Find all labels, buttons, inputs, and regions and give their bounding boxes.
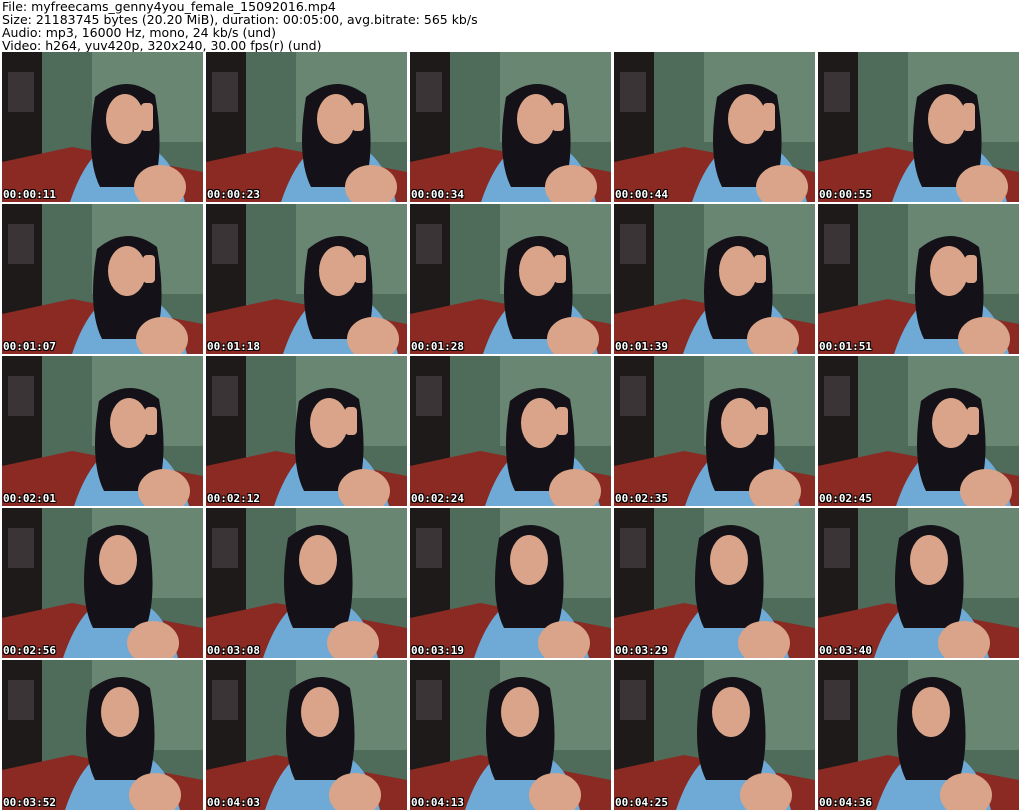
thumbnail-timestamp: 00:03:08: [207, 644, 260, 657]
video-frame-image: [206, 508, 407, 658]
video-thumbnail[interactable]: 00:01:07: [2, 204, 203, 354]
video-frame-image: [410, 356, 611, 506]
video-thumbnail[interactable]: 00:04:03: [206, 660, 407, 810]
video-thumbnail[interactable]: 00:04:25: [614, 660, 815, 810]
thumbnail-timestamp: 00:02:45: [819, 492, 872, 505]
video-thumbnail[interactable]: 00:02:24: [410, 356, 611, 506]
video-thumbnail[interactable]: 00:04:13: [410, 660, 611, 810]
video-thumbnail[interactable]: 00:00:11: [2, 52, 203, 202]
video-frame-image: [614, 52, 815, 202]
video-thumbnail[interactable]: 00:00:44: [614, 52, 815, 202]
thumbnail-timestamp: 00:02:24: [411, 492, 464, 505]
thumbnail-timestamp: 00:04:03: [207, 796, 260, 809]
thumbnail-grid: 00:00:11 00:00:23 00:00:34 00:00:44 00:00:55…: [2, 52, 1022, 811]
video-frame-image: [410, 660, 611, 810]
thumbnail-timestamp: 00:00:23: [207, 188, 260, 201]
thumbnail-timestamp: 00:03:29: [615, 644, 668, 657]
thumbnail-timestamp: 00:01:28: [411, 340, 464, 353]
thumbnail-timestamp: 00:02:56: [3, 644, 56, 657]
video-frame-image: [2, 52, 203, 202]
video-thumbnail[interactable]: 00:02:01: [2, 356, 203, 506]
video-thumbnail[interactable]: 00:02:35: [614, 356, 815, 506]
thumbnail-timestamp: 00:00:44: [615, 188, 668, 201]
video-info-line: Video: h264, yuv420p, 320x240, 30.00 fps…: [2, 38, 322, 53]
video-frame-image: [818, 508, 1019, 658]
video-frame-image: [818, 204, 1019, 354]
video-frame-image: [206, 52, 407, 202]
video-frame-image: [410, 204, 611, 354]
thumbnail-timestamp: 00:00:11: [3, 188, 56, 201]
video-thumbnail[interactable]: 00:03:52: [2, 660, 203, 810]
video-thumbnail[interactable]: 00:03:29: [614, 508, 815, 658]
video-frame-image: [818, 660, 1019, 810]
video-frame-image: [614, 508, 815, 658]
video-frame-image: [410, 52, 611, 202]
file-info-header: File: myfreecams_genny4you_female_150920…: [2, 0, 1022, 52]
thumbnail-timestamp: 00:02:12: [207, 492, 260, 505]
video-frame-image: [2, 356, 203, 506]
thumbnail-timestamp: 00:01:07: [3, 340, 56, 353]
thumbnail-timestamp: 00:02:01: [3, 492, 56, 505]
thumbnail-timestamp: 00:01:51: [819, 340, 872, 353]
video-frame-image: [410, 508, 611, 658]
video-frame-image: [818, 356, 1019, 506]
thumbnail-timestamp: 00:02:35: [615, 492, 668, 505]
video-frame-image: [614, 660, 815, 810]
thumbnail-timestamp: 00:03:19: [411, 644, 464, 657]
video-thumbnail[interactable]: 00:01:51: [818, 204, 1019, 354]
video-thumbnail[interactable]: 00:01:39: [614, 204, 815, 354]
video-thumbnail[interactable]: 00:02:45: [818, 356, 1019, 506]
thumbnail-timestamp: 00:01:39: [615, 340, 668, 353]
thumbnail-timestamp: 00:04:13: [411, 796, 464, 809]
video-frame-image: [206, 204, 407, 354]
video-thumbnail[interactable]: 00:04:36: [818, 660, 1019, 810]
video-thumbnail[interactable]: 00:00:23: [206, 52, 407, 202]
thumbnail-timestamp: 00:00:55: [819, 188, 872, 201]
video-thumbnail[interactable]: 00:03:19: [410, 508, 611, 658]
video-frame-image: [206, 660, 407, 810]
thumbnail-timestamp: 00:04:25: [615, 796, 668, 809]
thumbnail-timestamp: 00:01:18: [207, 340, 260, 353]
video-thumbnail[interactable]: 00:01:18: [206, 204, 407, 354]
video-frame-image: [2, 508, 203, 658]
thumbnail-timestamp: 00:04:36: [819, 796, 872, 809]
video-frame-image: [614, 356, 815, 506]
thumbnail-timestamp: 00:00:34: [411, 188, 464, 201]
video-thumbnail[interactable]: 00:03:40: [818, 508, 1019, 658]
thumbnail-timestamp: 00:03:40: [819, 644, 872, 657]
video-thumbnail[interactable]: 00:02:56: [2, 508, 203, 658]
video-frame-image: [2, 204, 203, 354]
video-thumbnail[interactable]: 00:03:08: [206, 508, 407, 658]
video-thumbnail[interactable]: 00:00:34: [410, 52, 611, 202]
video-frame-image: [206, 356, 407, 506]
video-thumbnail[interactable]: 00:02:12: [206, 356, 407, 506]
video-thumbnail[interactable]: 00:00:55: [818, 52, 1019, 202]
video-frame-image: [2, 660, 203, 810]
video-frame-image: [614, 204, 815, 354]
video-thumbnail[interactable]: 00:01:28: [410, 204, 611, 354]
thumbnail-timestamp: 00:03:52: [3, 796, 56, 809]
video-frame-image: [818, 52, 1019, 202]
